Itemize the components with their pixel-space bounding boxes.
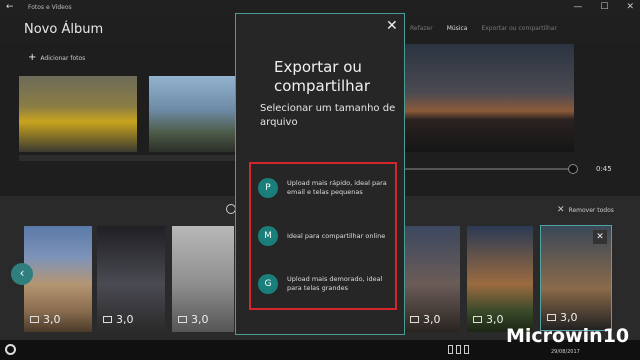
maximize-icon[interactable]: ☐ [600, 2, 608, 12]
size-badge: P [258, 178, 278, 198]
add-photos-button[interactable]: + Adicionar fotos [28, 52, 85, 63]
music-button[interactable]: Música [447, 25, 468, 32]
add-photos-label: Adicionar fotos [40, 55, 86, 62]
duration-time: 0:45 [596, 165, 612, 173]
strip-item-selected[interactable]: ✕ 3,0 [540, 225, 612, 331]
duration-badge: 3,0 [473, 313, 504, 326]
strip-item[interactable]: 3,0 [97, 226, 165, 332]
dialog-title: Exportar ou compartilhar [274, 58, 370, 95]
scrub-handle[interactable] [568, 164, 578, 174]
header-actions: Refazer Música Exportar ou compartilhar [410, 25, 557, 32]
storyboard-thumbnail[interactable] [149, 76, 249, 152]
remove-all-button[interactable]: ✕ Remover todos [557, 205, 614, 215]
app-window: ← Fotos e Vídeos — ☐ ✕ Novo Álbum Refaze… [0, 0, 640, 360]
size-badge: M [258, 226, 278, 246]
video-preview [404, 44, 574, 152]
duration-value: 3,0 [560, 311, 578, 324]
strip-item[interactable]: 3,0 [172, 226, 234, 332]
duration-value: 3,0 [191, 313, 209, 326]
size-option-large[interactable]: G Upload mais demorado, ideal para telas… [258, 274, 390, 294]
duration-badge: 3,0 [410, 313, 441, 326]
storyboard-thumbnail[interactable] [19, 76, 137, 152]
image-icon [103, 316, 112, 323]
strip-item[interactable]: 3,0 [467, 226, 533, 332]
strip-item[interactable]: 3,0 [404, 226, 460, 332]
image-icon [473, 316, 482, 323]
image-icon [410, 316, 419, 323]
size-option-small[interactable]: P Upload mais rápido, ideal para email e… [258, 178, 390, 198]
duration-badge: 3,0 [30, 313, 61, 326]
redo-button[interactable]: Refazer [410, 25, 433, 32]
app-title: Fotos e Vídeos [28, 4, 72, 11]
duration-value: 3,0 [43, 313, 61, 326]
album-title: Novo Álbum [24, 22, 104, 37]
duration-badge: 3,0 [103, 313, 134, 326]
start-icon[interactable] [5, 344, 16, 355]
size-badge: G [258, 274, 278, 294]
duration-value: 3,0 [486, 313, 504, 326]
system-tray [448, 345, 469, 354]
image-icon [178, 316, 187, 323]
duration-value: 3,0 [423, 313, 441, 326]
minimize-icon[interactable]: — [573, 2, 582, 12]
size-option-medium[interactable]: M Ideal para compartilhar online [258, 226, 390, 246]
image-icon [30, 316, 39, 323]
size-option-label: Upload mais rápido, ideal para email e t… [287, 179, 387, 196]
window-controls: — ☐ ✕ [573, 2, 634, 12]
tray-icon[interactable] [456, 345, 461, 354]
scroll-left-icon[interactable]: ‹ [11, 263, 33, 285]
duration-badge: 3,0 [547, 311, 578, 324]
plus-icon: + [28, 52, 37, 63]
close-icon: ✕ [557, 205, 565, 215]
close-icon[interactable]: ✕ [386, 19, 398, 33]
size-option-label: Upload mais demorado, ideal para telas g… [287, 275, 383, 292]
tray-icon[interactable] [464, 345, 469, 354]
remove-item-icon[interactable]: ✕ [593, 230, 607, 244]
duration-value: 3,0 [116, 313, 134, 326]
taskbar-date: 29/08/2017 [551, 349, 580, 355]
size-options: P Upload mais rápido, ideal para email e… [249, 162, 397, 310]
size-option-label: Ideal para compartilhar online [287, 231, 386, 240]
close-window-icon[interactable]: ✕ [626, 2, 634, 12]
watermark: Microwin10 [506, 325, 630, 347]
scrub-bar[interactable] [404, 168, 574, 170]
duration-badge: 3,0 [178, 313, 209, 326]
export-dialog: ✕ Exportar ou compartilhar Selecionar um… [235, 13, 405, 335]
image-icon [547, 314, 556, 321]
dialog-subtitle: Selecionar um tamanho de arquivo [260, 103, 396, 128]
tray-icon[interactable] [448, 345, 453, 354]
strip-item[interactable]: 3,0 [24, 226, 92, 332]
back-icon[interactable]: ← [6, 2, 14, 12]
remove-all-label: Remover todos [568, 207, 614, 214]
timeline-bar [19, 155, 249, 161]
export-button[interactable]: Exportar ou compartilhar [481, 25, 556, 32]
